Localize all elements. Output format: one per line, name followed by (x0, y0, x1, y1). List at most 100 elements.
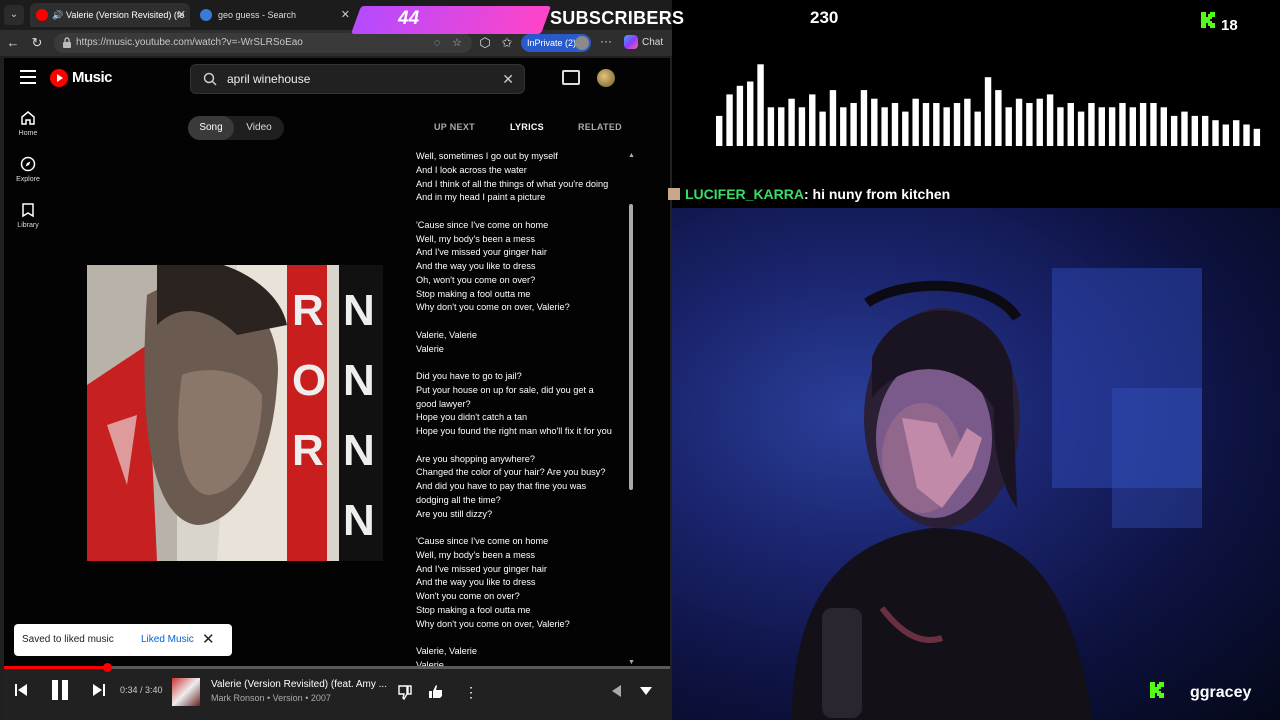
close-tab-icon[interactable]: ✕ (177, 3, 186, 27)
visualizer-bar (1139, 103, 1147, 146)
streamer-name: ggracey (1190, 684, 1252, 701)
side-navigation: Home Explore Library (4, 110, 52, 248)
sidebar-item-explore[interactable]: Explore (4, 156, 52, 202)
close-toast-icon[interactable]: ✕ (202, 624, 215, 656)
expand-player-icon[interactable] (639, 686, 653, 696)
copilot-chat-button[interactable]: Chat (624, 34, 663, 52)
sidebar-item-library[interactable]: Library (4, 202, 52, 248)
progress-knob[interactable] (103, 663, 113, 672)
lyric-line: And I've missed your ginger hair (416, 247, 547, 258)
scroll-up-icon[interactable]: ▲ (628, 152, 635, 159)
visualizer-bar (1243, 124, 1250, 146)
home-icon (21, 111, 35, 125)
tab-strip: ⌄ 🔊 Valerie (Version Revisited) (fe ✕ ge… (0, 0, 672, 30)
address-bar: ← ↻ https://music.youtube.com/watch?v=-W… (0, 30, 672, 56)
lyrics-gap (416, 356, 632, 370)
close-tab-icon[interactable]: ✕ (507, 3, 516, 27)
extensions-icon[interactable]: ⬡ (476, 34, 494, 52)
geoguessr-favicon (366, 9, 378, 21)
tracking-prevention-icon[interactable]: ◌ (430, 36, 444, 50)
url-field[interactable]: https://music.youtube.com/watch?v=-WrSLR… (54, 33, 472, 53)
close-tab-icon[interactable]: ✕ (341, 3, 350, 27)
song-toggle-button[interactable]: Song (188, 116, 234, 140)
more-options-icon[interactable]: ··· (600, 34, 612, 48)
chat-text: : hi nuny from kitchen (804, 186, 951, 202)
logo-text: Music (72, 69, 113, 86)
cast-icon[interactable] (562, 70, 580, 85)
visualizer-bar (778, 107, 785, 146)
favorite-star-icon[interactable]: ☆ (450, 36, 464, 50)
lyrics-gap (416, 631, 632, 645)
lyric-line: 'Cause since I've come on home (416, 536, 549, 546)
profile-avatar (575, 36, 589, 50)
play-logo-icon (50, 69, 68, 87)
visualizer-bar (1046, 94, 1054, 146)
visualizer-bar (1150, 103, 1157, 146)
svg-text:R: R (292, 426, 324, 475)
new-tab-icon[interactable]: + (530, 6, 539, 24)
visualizer-bar (974, 111, 981, 146)
copilot-icon (624, 35, 638, 50)
visualizer-bar (736, 85, 744, 146)
account-avatar[interactable] (597, 69, 615, 87)
tab-bing-search[interactable]: geo guess - Search ✕ (194, 3, 354, 27)
menu-icon[interactable] (20, 70, 36, 84)
visualizer-bar (1160, 107, 1168, 146)
pause-icon[interactable] (50, 680, 70, 700)
chat-label: Chat (642, 37, 664, 48)
refresh-icon[interactable]: ↻ (28, 34, 46, 52)
visualizer-bar (1108, 107, 1116, 146)
search-box[interactable]: april winehouse ✕ (190, 64, 525, 94)
next-track-icon[interactable] (92, 683, 106, 697)
visualizer-bar (1057, 107, 1064, 146)
track-thumbnail[interactable] (172, 678, 200, 706)
tab-up-next[interactable]: UP NEXT (434, 122, 475, 132)
search-input[interactable]: april winehouse (227, 65, 310, 93)
lyric-line: Won't you come on over? (416, 591, 520, 601)
like-icon[interactable] (428, 684, 444, 700)
inprivate-badge[interactable]: InPrivate (2) (521, 34, 591, 52)
player-bar: 0:34 / 3:40 Valerie (Version Revisited) … (4, 663, 670, 720)
lyric-line: Why don't you come on over, Valerie? (416, 618, 570, 629)
previous-track-icon[interactable] (14, 683, 28, 697)
liked-music-link[interactable]: Liked Music (141, 624, 194, 656)
lyric-line: good lawyer? (416, 398, 471, 409)
lyric-line: Changed the color of your hair? Are you … (416, 467, 606, 478)
visualizer-bar (767, 107, 775, 146)
tab-related[interactable]: RELATED (578, 122, 622, 132)
lyric-line: And I think of all the things of what yo… (416, 178, 609, 189)
tab-lyrics[interactable]: LYRICS (510, 122, 544, 132)
progress-bar[interactable] (4, 663, 670, 672)
sidebar-item-home[interactable]: Home (4, 110, 52, 156)
lyric-line: Put your house on up for sale, did you g… (416, 384, 594, 395)
kick-logo-icon (1150, 682, 1164, 698)
favorites-icon[interactable]: ✩ (498, 34, 516, 52)
tab-youtube-music[interactable]: 🔊 Valerie (Version Revisited) (fe ✕ (30, 3, 190, 27)
lyric-line: And the way you like to dress (416, 261, 536, 271)
visualizer-bar (788, 98, 795, 146)
explore-icon (20, 156, 36, 172)
track-subtitle[interactable]: Mark Ronson • Version • 2007 (211, 693, 331, 703)
clear-search-icon[interactable]: ✕ (502, 65, 514, 93)
lyric-line: Did you have to go to jail? (416, 371, 522, 381)
youtube-music-page: Music april winehouse ✕ Home Explore Lib… (4, 58, 670, 720)
visualizer-bar (881, 107, 888, 146)
more-actions-icon[interactable]: ⋮ (463, 684, 479, 700)
visualizer-bar (798, 107, 806, 146)
volume-icon[interactable] (610, 684, 622, 698)
tab-actions-menu[interactable]: ⌄ (4, 5, 24, 25)
lyric-line: Valerie (416, 659, 444, 666)
track-title[interactable]: Valerie (Version Revisited) (feat. Amy .… (211, 679, 387, 690)
visualizer-bar (953, 103, 961, 146)
lyrics-scrollbar[interactable]: ▲ ▼ (628, 152, 636, 666)
visualizer-bar (1098, 107, 1105, 146)
visualizer-bar (964, 98, 971, 146)
back-icon[interactable]: ← (4, 34, 22, 52)
svg-text:N: N (343, 426, 375, 475)
tab-label: geo guess - Search (218, 10, 297, 20)
scroll-down-icon[interactable]: ▼ (628, 659, 635, 666)
scrollbar-thumb[interactable] (629, 204, 633, 490)
dislike-icon[interactable] (397, 684, 413, 700)
tab-geoguessr[interactable]: oGuessr Al ✕ (360, 3, 520, 27)
video-toggle-button[interactable]: Video (234, 116, 284, 140)
